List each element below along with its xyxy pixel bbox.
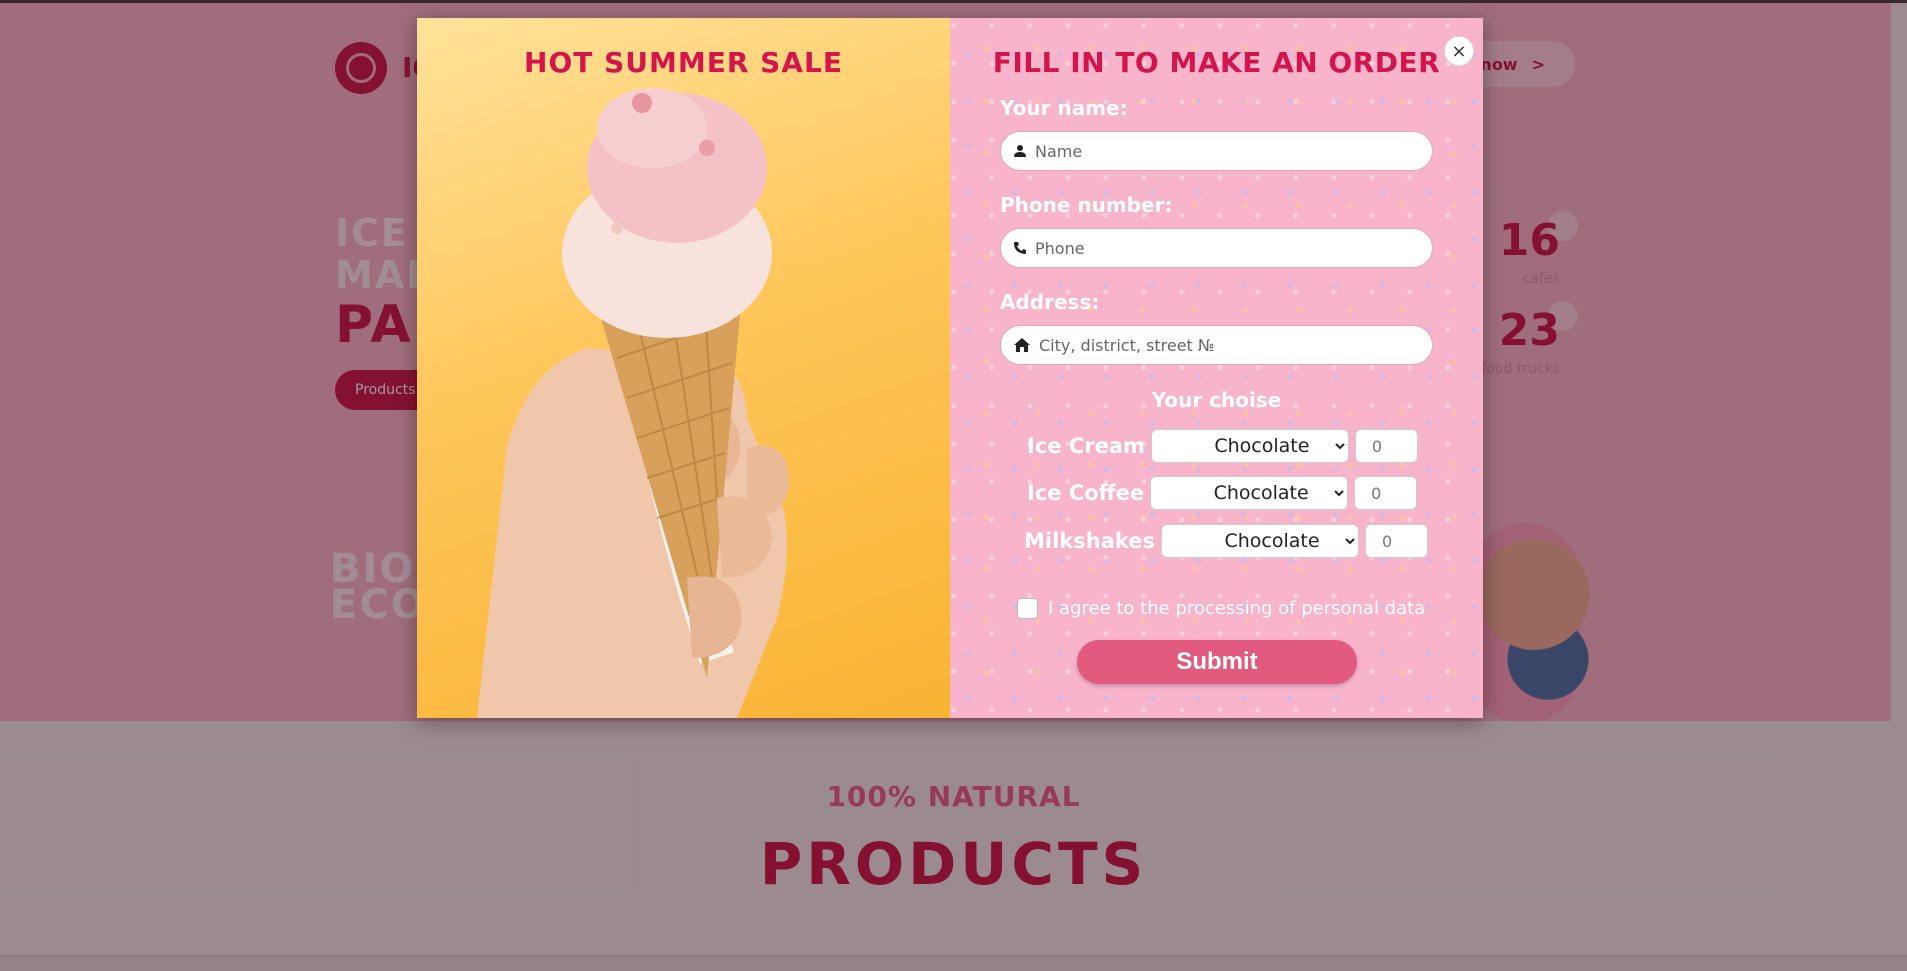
- order-row-ice-cream: Ice Cream Chocolate: [1027, 429, 1418, 463]
- row-label: Ice Coffee: [1027, 481, 1145, 505]
- submit-button[interactable]: Submit: [1077, 640, 1357, 684]
- form-title: FILL IN TO MAKE AN ORDER: [992, 46, 1441, 79]
- address-label: Address:: [1000, 290, 1100, 314]
- close-button[interactable]: ×: [1444, 36, 1474, 66]
- user-icon: [1014, 145, 1026, 157]
- consent-label: I agree to the processing of personal da…: [1048, 598, 1426, 619]
- name-label: Your name:: [1000, 96, 1128, 120]
- consent-row: I agree to the processing of personal da…: [1017, 598, 1425, 619]
- choice-title: Your choise: [1151, 388, 1282, 412]
- order-row-milkshakes: Milkshakes Chocolate: [1024, 524, 1429, 558]
- ice-cream-cone-photo: [477, 88, 789, 718]
- phone-input[interactable]: [1035, 238, 1415, 258]
- row-label: Ice Cream: [1027, 434, 1145, 458]
- name-field[interactable]: [1000, 131, 1433, 171]
- order-row-ice-coffee: Ice Coffee Chocolate: [1027, 476, 1418, 510]
- order-form-panel: FILL IN TO MAKE AN ORDER × Your name: Ph…: [950, 18, 1483, 718]
- ice-coffee-flavor-select[interactable]: Chocolate: [1150, 476, 1349, 510]
- milkshakes-qty-input[interactable]: [1365, 524, 1429, 558]
- ice-cream-qty-input[interactable]: [1354, 429, 1418, 463]
- phone-label: Phone number:: [1000, 193, 1173, 217]
- ice-coffee-qty-input[interactable]: [1354, 476, 1418, 510]
- ice-cream-flavor-select[interactable]: Chocolate: [1150, 429, 1349, 463]
- consent-checkbox[interactable]: [1017, 598, 1038, 619]
- address-field[interactable]: [1000, 325, 1433, 365]
- phone-icon: [1014, 242, 1026, 254]
- phone-field[interactable]: [1000, 228, 1433, 268]
- promo-panel: HOT SUMMER SALE: [417, 18, 950, 718]
- home-icon: [1014, 338, 1030, 352]
- address-input[interactable]: [1039, 335, 1419, 355]
- row-label: Milkshakes: [1024, 529, 1156, 553]
- name-input[interactable]: [1035, 141, 1415, 161]
- order-modal: HOT SUMMER SALE FILL IN TO MAKE AN ORDER…: [417, 18, 1483, 718]
- milkshakes-flavor-select[interactable]: Chocolate: [1161, 524, 1360, 558]
